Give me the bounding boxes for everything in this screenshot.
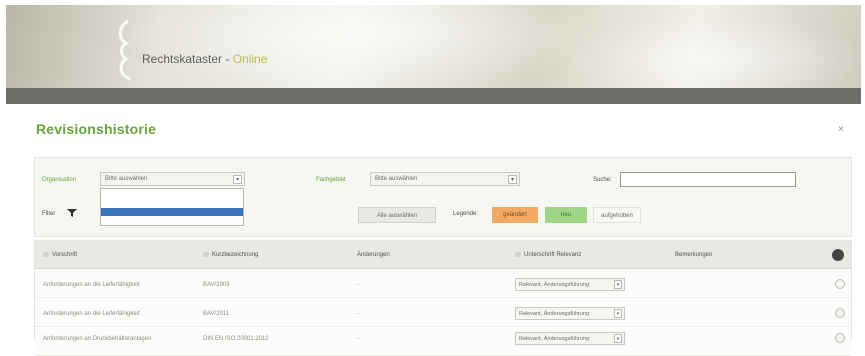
revision-table: Vorschrift Kurzbezeichnung Änderungen Un… [34, 240, 852, 356]
chevron-down-icon: ▾ [614, 309, 622, 318]
dropdown-option[interactable] [101, 193, 243, 203]
table-row[interactable]: Anforderungen an Druckbehälteranlagen DI… [35, 328, 851, 356]
cell-kurzbezeichnung: DIN EN ISO 20001:2012 [203, 336, 269, 342]
funnel-icon[interactable] [67, 208, 77, 218]
settings-icon[interactable] [832, 249, 844, 261]
organisation-select-value: Bitte auswählen [105, 176, 148, 182]
organisation-select[interactable]: Bitte auswählen ▾ [100, 172, 245, 186]
row-status-icon[interactable] [835, 279, 845, 289]
organisation-label: Organisation [42, 177, 77, 183]
close-icon[interactable]: × [838, 124, 844, 135]
cell-aenderungen: - [357, 336, 359, 342]
fachgebiet-select-value: Bitte auswählen [375, 176, 418, 182]
relevanz-select[interactable]: Relevant, Änderungsführung ▾ [515, 278, 625, 291]
cell-vorschrift[interactable]: Anforderungen an die Lieferfähigkeit [43, 282, 140, 288]
page-title: Revisionshistorie [36, 121, 157, 137]
chevron-down-icon: ▾ [508, 175, 517, 184]
brand-separator: - [222, 52, 233, 66]
organisation-dropdown-list[interactable] [100, 188, 244, 226]
column-header-vorschrift[interactable]: Vorschrift [43, 252, 77, 258]
table-row[interactable]: Anforderungen an die Lieferfähigkeit BAV… [35, 299, 851, 327]
dropdown-option-highlighted[interactable] [101, 208, 243, 216]
cell-kurzbezeichnung: BAV/2011 [203, 311, 230, 317]
fachgebiet-select[interactable]: Bitte auswählen ▾ [370, 172, 520, 186]
brand-text: Rechtskataster [142, 52, 223, 66]
brand-suffix: Online [232, 52, 268, 66]
column-header-relevanz[interactable]: Unterschrift Relevanz [515, 252, 581, 258]
legend-new: neu [545, 207, 587, 223]
app-header: Rechtskataster - Online [6, 5, 861, 88]
table-row[interactable]: Anforderungen an die Lieferfähigkeit BAV… [35, 270, 851, 298]
relevanz-select[interactable]: Relevant, Änderungsführung ▾ [515, 332, 625, 345]
navigation-bar [6, 88, 861, 104]
row-status-icon[interactable] [835, 333, 845, 343]
row-status-icon[interactable] [835, 308, 845, 318]
legend-changed: geändert [492, 207, 538, 223]
cell-aenderungen: - [357, 282, 359, 288]
search-label: Suche: [593, 177, 612, 183]
select-all-button[interactable]: Alle auswählen [358, 207, 436, 223]
filter-label: Filter [42, 211, 56, 217]
chevron-down-icon: ▾ [614, 334, 622, 343]
brand-name[interactable]: Rechtskataster - Online [142, 52, 267, 66]
leaf-logo-icon [118, 19, 131, 81]
column-header-aenderungen[interactable]: Änderungen [357, 252, 390, 258]
legend-label: Legende: [453, 211, 479, 217]
sort-icon [203, 252, 209, 257]
header-decoration [96, 5, 616, 88]
column-header-kurzbezeichnung[interactable]: Kurzbezeichnung [203, 252, 258, 258]
chevron-down-icon: ▾ [233, 175, 242, 184]
relevanz-select[interactable]: Relevant, Änderungsführung ▾ [515, 307, 625, 320]
sort-icon [515, 252, 521, 257]
chevron-down-icon: ▾ [614, 280, 622, 289]
column-header-bemerkungen[interactable]: Bemerkungen [675, 252, 712, 258]
cell-aenderungen: - [357, 311, 359, 317]
search-input[interactable] [620, 172, 796, 187]
fachgebiet-label: Fachgebiet [316, 177, 346, 183]
cell-kurzbezeichnung: BAV/2009 [203, 282, 230, 288]
legend-repealed: aufgehoben [593, 207, 641, 223]
table-header: Vorschrift Kurzbezeichnung Änderungen Un… [35, 241, 851, 269]
sort-icon [43, 252, 49, 257]
cell-vorschrift[interactable]: Anforderungen an Druckbehälteranlagen [43, 336, 151, 342]
cell-vorschrift[interactable]: Anforderungen an die Lieferfähigkeit [43, 311, 140, 317]
